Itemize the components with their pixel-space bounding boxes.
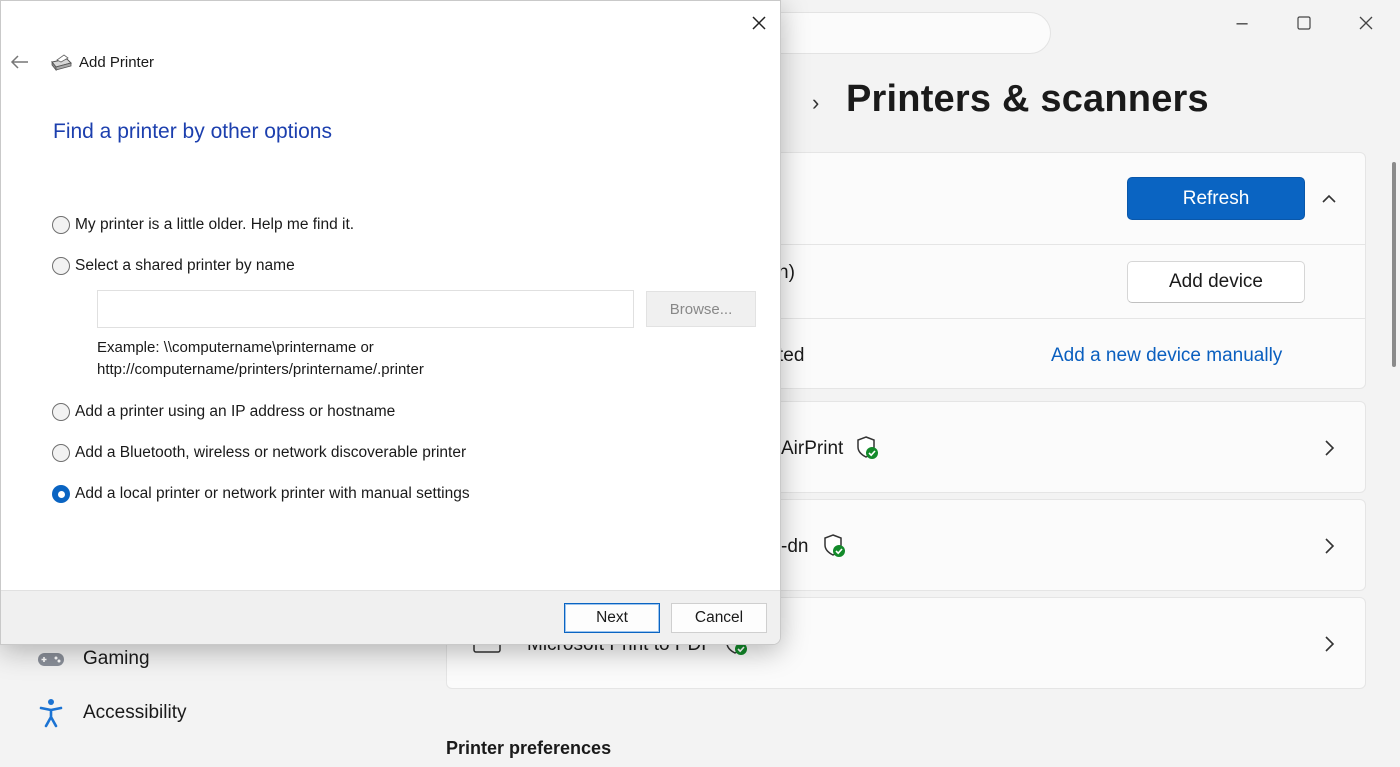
- add-device-button[interactable]: Add device: [1127, 261, 1305, 303]
- dialog-heading: Find a printer by other options: [53, 120, 332, 143]
- next-button[interactable]: Next: [564, 603, 660, 633]
- collapse-button[interactable]: [1320, 184, 1338, 215]
- add-printer-dialog: Add Printer Find a printer by other opti…: [0, 0, 781, 645]
- option-label: My printer is a little older. Help me fi…: [75, 216, 355, 233]
- example-text-line1: Example: \\computername\printername or: [97, 339, 374, 356]
- close-icon: [1359, 16, 1373, 30]
- back-button[interactable]: [9, 51, 31, 73]
- option-local-manual[interactable]: Add a local printer or network printer w…: [52, 485, 470, 503]
- printer-icon: [51, 54, 72, 72]
- window-close-button[interactable]: [1346, 8, 1386, 38]
- maximize-button[interactable]: [1284, 8, 1324, 38]
- dialog-title: Add Printer: [79, 54, 155, 71]
- accessibility-icon: [34, 698, 68, 728]
- nav-item-gaming[interactable]: Gaming: [34, 644, 150, 674]
- arrow-left-icon: [10, 55, 28, 69]
- add-device-manually-link[interactable]: Add a new device manually: [1051, 345, 1282, 367]
- radio-button-selected[interactable]: [52, 485, 70, 503]
- option-bluetooth-network[interactable]: Add a Bluetooth, wireless or network dis…: [52, 444, 466, 462]
- option-older-printer[interactable]: My printer is a little older. Help me fi…: [52, 216, 354, 234]
- minimize-button[interactable]: –: [1222, 8, 1262, 38]
- option-label: Add a local printer or network printer w…: [75, 485, 470, 502]
- printer-preferences-heading: Printer preferences: [446, 738, 612, 758]
- gamepad-icon: [34, 644, 68, 674]
- refresh-button[interactable]: Refresh: [1127, 177, 1305, 220]
- shield-check-icon: [824, 534, 845, 557]
- chevron-right-icon: [1325, 538, 1335, 554]
- manual-row-text: ted: [778, 345, 805, 366]
- radio-button[interactable]: [52, 257, 70, 275]
- chevron-right-icon: [1325, 440, 1335, 456]
- maximize-icon: [1297, 16, 1311, 30]
- dialog-close-button[interactable]: [745, 9, 773, 37]
- option-label: Add a Bluetooth, wireless or network dis…: [75, 444, 467, 461]
- radio-button[interactable]: [52, 403, 70, 421]
- dialog-footer: Next Cancel: [1, 590, 780, 644]
- printer-name: -dn: [781, 536, 809, 557]
- printer-row-chevron: [1322, 532, 1336, 563]
- option-label: Select a shared printer by name: [75, 257, 295, 274]
- radio-button[interactable]: [52, 216, 70, 234]
- chevron-right-icon: [1325, 636, 1335, 652]
- option-label: Add a printer using an IP address or hos…: [75, 403, 396, 420]
- scrollbar-thumb[interactable]: [1392, 162, 1396, 367]
- printer-name: AirPrint: [781, 438, 844, 459]
- example-text-line2: http://computername/printers/printername…: [97, 361, 424, 378]
- chevron-up-icon: [1322, 194, 1336, 203]
- browse-button[interactable]: Browse...: [646, 291, 756, 327]
- shared-printer-input[interactable]: [97, 290, 634, 328]
- option-shared-printer[interactable]: Select a shared printer by name: [52, 257, 295, 275]
- minimize-icon: –: [1236, 11, 1248, 34]
- radio-button[interactable]: [52, 444, 70, 462]
- breadcrumb-separator: ›: [812, 90, 820, 115]
- printer-row-chevron: [1322, 630, 1336, 661]
- cancel-button[interactable]: Cancel: [671, 603, 767, 633]
- page-title: Printers & scanners: [846, 78, 1209, 120]
- shield-check-icon: [857, 436, 878, 459]
- close-icon: [752, 16, 766, 30]
- printer-row-chevron: [1322, 434, 1336, 465]
- nav-item-accessibility[interactable]: Accessibility: [34, 698, 186, 728]
- option-ip-address[interactable]: Add a printer using an IP address or hos…: [52, 403, 395, 421]
- nav-item-label: Gaming: [83, 648, 150, 669]
- nav-item-label: Accessibility: [83, 702, 187, 723]
